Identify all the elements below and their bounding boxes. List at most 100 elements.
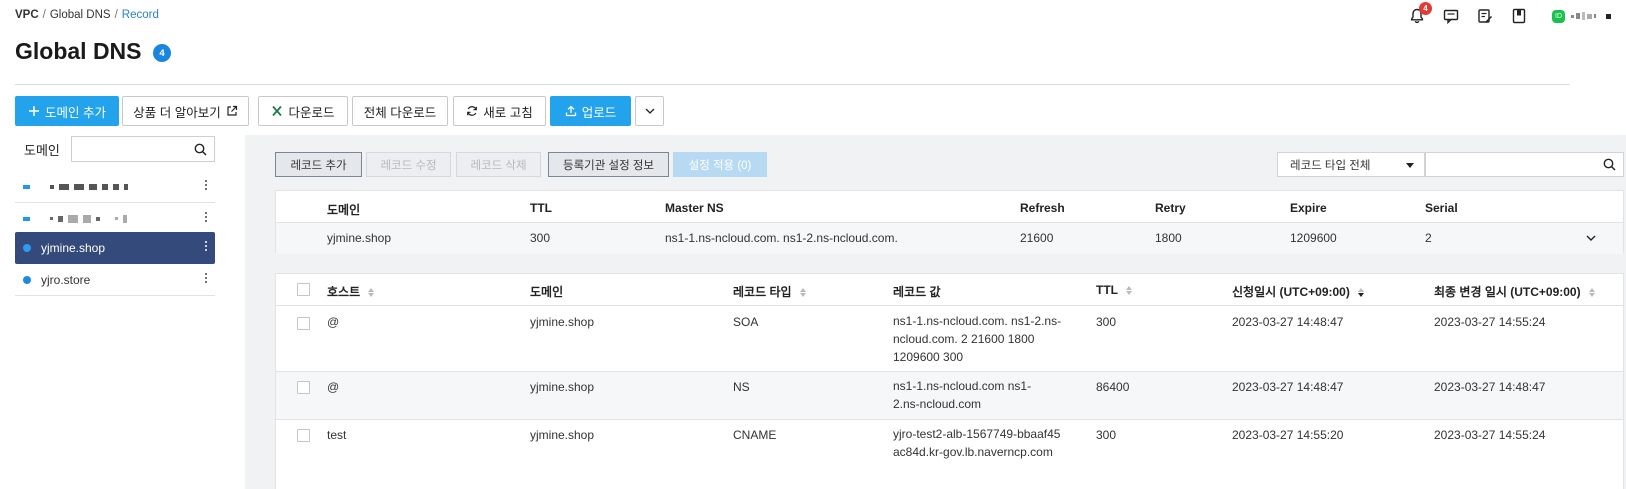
add-record-button[interactable]: 레코드 추가 xyxy=(275,152,362,177)
domain-info-header: 도메인 TTL Master NS Refresh Retry Expire S… xyxy=(276,191,1623,223)
sort-desc-icon[interactable] xyxy=(1357,288,1364,298)
chat-icon[interactable] xyxy=(1434,6,1468,26)
chevron-down-icon xyxy=(645,108,654,114)
upload-icon xyxy=(565,105,576,117)
info-refresh: 21600 xyxy=(1020,231,1054,245)
breadcrumb-separator: / xyxy=(114,9,118,21)
more-options-button[interactable] xyxy=(635,96,664,126)
masked-domain-name xyxy=(50,183,128,190)
edit-note-icon[interactable] xyxy=(1468,6,1502,26)
breadcrumb-global-dns[interactable]: Global DNS xyxy=(50,9,111,21)
domain-more-icon[interactable] xyxy=(205,180,207,190)
caret-down-icon xyxy=(1406,163,1414,168)
cell-value: ns1-1.ns-ncloud.com ns1-2.ns-ncloud.com xyxy=(893,379,1032,411)
download-all-button[interactable]: 전체 다운로드 xyxy=(352,96,448,126)
col-updated-at[interactable]: 최종 변경 일시 (UTC+09:00) xyxy=(1434,283,1595,300)
sort-icon[interactable] xyxy=(368,288,375,298)
learn-more-button[interactable]: 상품 더 알아보기 xyxy=(122,96,249,126)
domain-status-marker xyxy=(23,216,30,221)
cell-domain: yjmine.shop xyxy=(530,428,595,442)
domain-item-yjro-store[interactable]: yjro.store xyxy=(15,264,215,296)
upload-button[interactable]: 업로드 xyxy=(550,96,631,126)
external-link-icon xyxy=(227,105,237,116)
domain-status-dot xyxy=(23,275,31,284)
domain-status-dot xyxy=(23,244,31,252)
col-created-at-label: 신청일시 (UTC+09:00) xyxy=(1232,285,1350,299)
apply-settings-button[interactable]: 설정 적용 (0) xyxy=(673,152,767,177)
cell-host: @ xyxy=(327,380,340,394)
plus-icon xyxy=(29,106,39,116)
record-table: 호스트 도메인 레코드 타입 레코드 값 TTL 신청일시 (UTC+09:00… xyxy=(275,273,1624,489)
col-record-value: 레코드 값 xyxy=(893,285,941,299)
masked-domain-name xyxy=(50,214,127,223)
refresh-icon xyxy=(467,106,478,116)
download-label: 다운로드 xyxy=(288,105,335,120)
domain-item-masked-1[interactable] xyxy=(15,171,215,203)
book-icon[interactable] xyxy=(1502,6,1536,26)
breadcrumb-separator: / xyxy=(42,9,46,21)
search-icon[interactable] xyxy=(1603,158,1616,171)
col-serial: Serial xyxy=(1425,201,1458,215)
refresh-label: 새로 고침 xyxy=(483,105,533,120)
domain-item-yjmine-shop[interactable]: yjmine.shop xyxy=(15,232,215,264)
add-domain-button[interactable]: 도메인 추가 xyxy=(15,96,119,126)
user-name-masked[interactable] xyxy=(1571,12,1611,20)
record-type-select[interactable]: 레코드 타입 전체 xyxy=(1277,152,1425,177)
record-table-header: 호스트 도메인 레코드 타입 레코드 값 TTL 신청일시 (UTC+09:00… xyxy=(276,274,1623,306)
row-checkbox[interactable] xyxy=(297,381,310,394)
breadcrumb-record[interactable]: Record xyxy=(122,9,159,21)
record-search-input[interactable] xyxy=(1425,152,1624,177)
user-avatar[interactable]: ID xyxy=(1552,9,1565,23)
col-host[interactable]: 호스트 xyxy=(327,283,375,300)
col-record-ttl[interactable]: TTL xyxy=(1096,283,1132,297)
notification-bell-icon[interactable]: 4 xyxy=(1400,2,1434,26)
cell-ttl: 300 xyxy=(1096,428,1117,442)
info-serial: 2 xyxy=(1425,231,1432,245)
domain-more-icon[interactable] xyxy=(205,273,207,283)
cell-host: test xyxy=(327,428,347,442)
col-master-ns: Master NS xyxy=(665,201,724,215)
breadcrumb: VPC / Global DNS / Record xyxy=(15,9,159,21)
registrar-settings-button[interactable]: 등록기관 설정 정보 xyxy=(548,152,669,177)
domain-info-row[interactable]: yjmine.shop 300 ns1-1.ns-ncloud.com. ns1… xyxy=(276,223,1623,254)
breadcrumb-vpc[interactable]: VPC xyxy=(15,9,39,21)
col-ttl: TTL xyxy=(530,201,552,215)
edit-record-button[interactable]: 레코드 수정 xyxy=(366,152,451,177)
col-created-at[interactable]: 신청일시 (UTC+09:00) xyxy=(1232,283,1364,300)
cell-updated-at: 2023-03-27 14:48:47 xyxy=(1434,380,1546,394)
title-count-badge: 4 xyxy=(153,44,171,62)
col-updated-at-label: 최종 변경 일시 (UTC+09:00) xyxy=(1434,285,1581,299)
sort-icon[interactable] xyxy=(799,288,806,298)
table-row[interactable]: @ yjmine.shop NS ns1-1.ns-ncloud.com ns1… xyxy=(276,372,1623,420)
add-domain-label: 도메인 추가 xyxy=(45,105,106,120)
row-checkbox[interactable] xyxy=(297,317,310,330)
domain-item-masked-2[interactable] xyxy=(15,203,215,235)
cell-type: CNAME xyxy=(733,428,777,442)
search-icon[interactable] xyxy=(194,143,207,156)
sort-icon[interactable] xyxy=(1126,286,1132,296)
record-type-selected: 레코드 타입 전체 xyxy=(1290,159,1371,172)
cell-type: NS xyxy=(733,380,750,394)
header-divider xyxy=(15,84,1570,85)
select-all-checkbox[interactable] xyxy=(297,283,310,296)
download-button[interactable]: 다운로드 xyxy=(258,96,348,126)
domain-search-input[interactable] xyxy=(71,136,215,162)
table-row[interactable]: test yjmine.shop CNAME yjro-test2-alb-15… xyxy=(276,420,1623,489)
col-record-type-label: 레코드 타입 xyxy=(733,285,792,299)
domain-more-icon[interactable] xyxy=(205,212,207,222)
domain-more-icon[interactable] xyxy=(205,241,207,251)
col-refresh: Refresh xyxy=(1020,201,1065,215)
delete-record-button[interactable]: 레코드 삭제 xyxy=(456,152,541,177)
refresh-button[interactable]: 새로 고침 xyxy=(453,96,546,126)
cell-value: ns1-1.ns-ncloud.com. ns1-2.ns-ncloud.com… xyxy=(893,314,1062,364)
info-domain: yjmine.shop xyxy=(327,231,392,245)
upload-label: 업로드 xyxy=(581,105,617,120)
expand-chevron-icon[interactable] xyxy=(1585,232,1597,244)
col-host-label: 호스트 xyxy=(327,285,361,299)
table-row[interactable]: @ yjmine.shop SOA ns1-1.ns-ncloud.com. n… xyxy=(276,306,1623,372)
sort-icon[interactable] xyxy=(1588,288,1595,298)
col-record-type[interactable]: 레코드 타입 xyxy=(733,283,806,300)
row-checkbox[interactable] xyxy=(297,429,310,442)
info-retry: 1800 xyxy=(1155,231,1182,245)
domain-status-marker xyxy=(23,184,30,189)
